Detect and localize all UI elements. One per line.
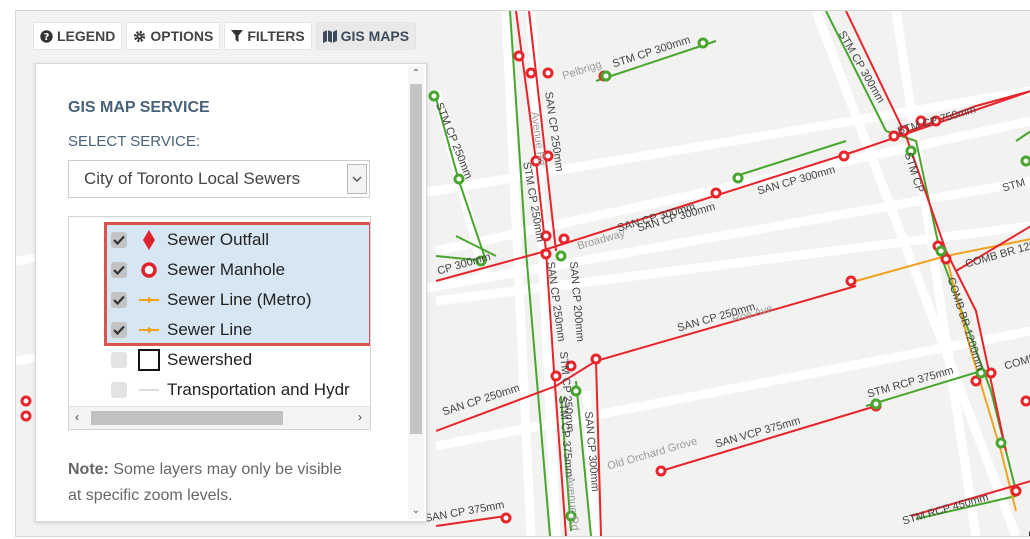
service-select[interactable]: City of Toronto Local Sewers <box>68 160 370 198</box>
horizontal-scrollbar[interactable]: ‹ › <box>69 406 370 429</box>
map-toolbar: ? LEGEND OPTIONS FILTERS GIS MAPS <box>33 22 417 50</box>
sewer-line-icon <box>137 319 161 341</box>
layer-label: Sewer Outfall <box>167 230 270 249</box>
layer-item-sewer-line-metro[interactable]: Sewer Line (Metro) <box>111 289 312 311</box>
options-button[interactable]: OPTIONS <box>126 22 221 50</box>
panel-scrollbar[interactable]: ⌃ ⌄ <box>408 66 424 519</box>
layer-checkbox[interactable] <box>111 262 127 278</box>
transportation-icon <box>137 379 161 401</box>
selected-service: City of Toronto Local Sewers <box>84 169 301 188</box>
gis-maps-button[interactable]: GIS MAPS <box>315 22 417 50</box>
layer-label: Sewer Manhole <box>167 260 286 279</box>
gear-icon <box>134 30 146 42</box>
layer-label: Transportation and Hydr <box>167 380 350 399</box>
sewer-manhole-icon <box>137 259 161 281</box>
map-icon <box>322 29 337 43</box>
layer-checkbox[interactable] <box>111 232 127 248</box>
note-text: Some layers may only be visible at speci… <box>68 461 342 504</box>
options-label: OPTIONS <box>150 28 214 44</box>
zoom-note: Note: Some layers may only be visible at… <box>68 457 348 509</box>
layer-checkbox[interactable] <box>111 322 127 338</box>
scrollbar-thumb[interactable] <box>410 84 422 434</box>
select-service-label: SELECT SERVICE: <box>68 133 200 150</box>
gis-maps-label: GIS MAPS <box>340 28 410 44</box>
checkmark-icon <box>113 325 125 335</box>
svg-text:?: ? <box>44 32 50 43</box>
layer-checkbox[interactable] <box>111 352 127 368</box>
legend-button[interactable]: ? LEGEND <box>33 22 123 50</box>
gis-map-service-panel: GIS MAP SERVICE SELECT SERVICE: City of … <box>35 63 427 522</box>
scroll-right-icon[interactable]: › <box>358 410 362 424</box>
layer-list[interactable]: Sewer Outfall Sewer Manhole Sewer Line (… <box>68 216 371 430</box>
layer-item-transportation[interactable]: Transportation and Hydr <box>111 379 350 401</box>
scroll-down-icon[interactable]: ⌄ <box>408 503 424 519</box>
filters-button[interactable]: FILTERS <box>224 22 312 50</box>
layer-item-sewer-outfall[interactable]: Sewer Outfall <box>111 229 269 251</box>
chevron-down-icon[interactable] <box>347 164 367 194</box>
layer-item-sewer-manhole[interactable]: Sewer Manhole <box>111 259 285 281</box>
checkmark-icon <box>113 235 125 245</box>
scrollbar-thumb[interactable] <box>91 411 283 425</box>
filters-label: FILTERS <box>247 28 305 44</box>
sewershed-icon <box>137 349 161 371</box>
note-bold: Note: <box>68 461 109 478</box>
layer-label: Sewershed <box>167 350 253 369</box>
layer-checkbox[interactable] <box>111 382 127 398</box>
scroll-up-icon[interactable]: ⌃ <box>408 66 424 82</box>
panel-title: GIS MAP SERVICE <box>68 99 210 116</box>
sewer-outfall-icon <box>137 229 161 251</box>
layer-label: Sewer Line <box>167 320 253 339</box>
layer-item-sewer-line[interactable]: Sewer Line <box>111 319 252 341</box>
checkmark-icon <box>113 265 125 275</box>
layer-item-sewershed[interactable]: Sewershed <box>111 349 252 371</box>
legend-label: LEGEND <box>57 28 116 44</box>
layer-checkbox[interactable] <box>111 292 127 308</box>
checkmark-icon <box>113 295 125 305</box>
scroll-left-icon[interactable]: ‹ <box>75 410 79 424</box>
question-circle-icon: ? <box>40 29 53 43</box>
sewer-line-metro-icon <box>137 289 161 311</box>
layer-label: Sewer Line (Metro) <box>167 290 312 309</box>
filter-icon <box>231 30 244 42</box>
